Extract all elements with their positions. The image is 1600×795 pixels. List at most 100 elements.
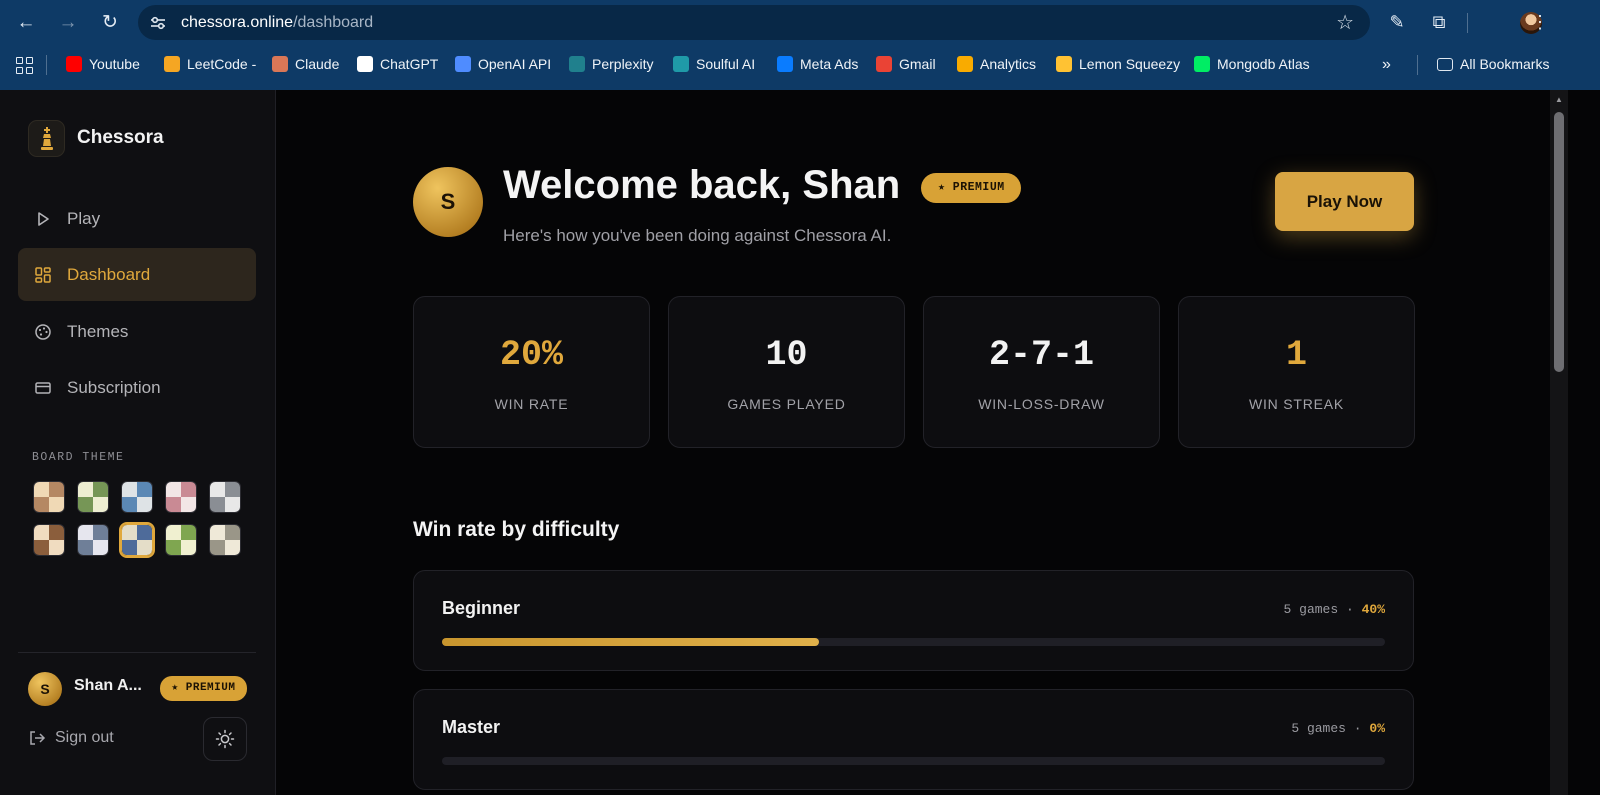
mongodb-icon	[1194, 56, 1210, 72]
play-icon	[38, 211, 49, 226]
lemon-icon	[1056, 56, 1072, 72]
bookmark-leetcode[interactable]: LeetCode -	[164, 56, 256, 72]
nav-label: Themes	[67, 321, 129, 341]
nav-item-play[interactable]: Play	[18, 192, 256, 245]
board-theme-swatch[interactable]	[209, 481, 241, 513]
bookmark-star-icon[interactable]: ☆	[1336, 10, 1354, 35]
chessora-logo[interactable]	[28, 120, 65, 157]
forward-icon[interactable]: →	[55, 10, 81, 36]
stat-card-games-played: 10 GAMES PLAYED	[668, 296, 905, 448]
openai-icon	[455, 56, 471, 72]
bookmark-soulful-ai[interactable]: Soulful AI	[673, 56, 755, 72]
bookmarks-overflow-icon[interactable]: »	[1382, 56, 1391, 74]
nav-item-dashboard[interactable]: Dashboard	[18, 248, 256, 301]
stat-card-win-loss-draw: 2-7-1 WIN-LOSS-DRAW	[923, 296, 1160, 448]
difficulty-name: Master	[442, 717, 501, 737]
more-menu-icon[interactable]: ⋮	[1528, 11, 1552, 33]
back-icon[interactable]: ←	[13, 10, 39, 36]
bookmark-mongodb-atlas[interactable]: Mongodb Atlas	[1194, 56, 1310, 72]
welcome-text: Welcome back, Shan	[503, 163, 901, 207]
progress-track	[442, 757, 1385, 765]
all-bookmarks[interactable]: All Bookmarks	[1437, 56, 1549, 72]
board-theme-swatch[interactable]	[33, 524, 65, 556]
progress-fill	[442, 638, 820, 646]
board-theme-swatch[interactable]	[77, 481, 109, 513]
progress-track	[442, 638, 1385, 646]
difficulty-rate: 0%	[1369, 721, 1385, 736]
stat-value: 1	[1285, 335, 1307, 375]
leetcode-icon	[164, 56, 180, 72]
board-theme-swatch[interactable]	[119, 522, 155, 558]
sign-out-label: Sign out	[55, 729, 114, 746]
meta-icon	[777, 56, 793, 72]
sidebar: Chessora Play Dashboard Themes Subscript…	[0, 90, 276, 795]
stat-label: WIN-LOSS-DRAW	[978, 396, 1105, 412]
bookmark-label: Perplexity	[592, 56, 654, 72]
board-theme-swatch[interactable]	[33, 481, 65, 513]
bookmark-label: Mongodb Atlas	[1217, 56, 1310, 72]
bookmark-label: Meta Ads	[800, 56, 859, 72]
nav-item-themes[interactable]: Themes	[18, 305, 256, 358]
bookmark-youtube[interactable]: Youtube	[66, 56, 140, 72]
page-scrollbar[interactable]: ▲	[1550, 90, 1568, 795]
play-now-button[interactable]: Play Now	[1275, 172, 1414, 231]
nav-label: Subscription	[67, 377, 161, 397]
king-piece-icon	[41, 127, 53, 150]
stat-label: GAMES PLAYED	[727, 396, 846, 412]
sign-out-link[interactable]: Sign out	[28, 729, 114, 747]
url-host: chessora.online	[181, 14, 294, 31]
board-theme-swatch[interactable]	[165, 524, 197, 556]
bookmarks-divider	[1417, 55, 1418, 75]
scroll-up-icon[interactable]: ▲	[1555, 95, 1563, 104]
gmail-icon	[876, 56, 892, 72]
difficulty-name: Beginner	[442, 598, 521, 618]
bookmark-claude[interactable]: Claude	[272, 56, 339, 72]
premium-badge: ★ PREMIUM	[921, 173, 1022, 203]
stat-value: 10	[765, 335, 808, 375]
claude-icon	[272, 56, 288, 72]
sun-icon	[215, 729, 235, 749]
stat-label: WIN RATE	[494, 396, 569, 412]
board-theme-swatch[interactable]	[209, 524, 241, 556]
welcome-subtitle: Here's how you've been doing against Che…	[503, 226, 892, 245]
scroll-thumb[interactable]	[1554, 112, 1564, 372]
stat-label: WIN STREAK	[1248, 396, 1345, 412]
board-theme-swatch[interactable]	[121, 481, 153, 513]
bookmark-analytics[interactable]: Analytics	[957, 56, 1036, 72]
difficulty-rate: 40%	[1361, 602, 1385, 617]
theme-toggle-button[interactable]	[203, 717, 247, 761]
board-theme-swatch[interactable]	[165, 481, 197, 513]
toolbar-divider	[1467, 13, 1468, 33]
youtube-icon	[66, 56, 82, 72]
games-count: 5 games	[1291, 721, 1346, 736]
browser-toolbar: ← → ↻ chessora.online/dashboard ☆ ✎ ⧉ ⋮	[0, 0, 1600, 45]
bookmark-openai-api[interactable]: OpenAI API	[455, 56, 551, 72]
nav-item-subscription[interactable]: Subscription	[18, 361, 256, 414]
board-theme-swatch[interactable]	[77, 524, 109, 556]
bookmark-gmail[interactable]: Gmail	[876, 56, 936, 72]
extensions-icon[interactable]: ⧉	[1427, 11, 1451, 33]
folder-icon	[1437, 57, 1453, 71]
site-settings-icon[interactable]	[148, 13, 168, 33]
brand-name: Chessora	[77, 127, 164, 148]
welcome-heading: Welcome back, Shan ★ PREMIUM	[503, 163, 1022, 211]
eyedropper-icon[interactable]: ✎	[1385, 11, 1409, 33]
sign-out-icon	[30, 731, 46, 745]
difficulty-meta: 5 games · 40%	[1284, 602, 1385, 617]
meta-separator: ·	[1353, 721, 1362, 736]
bookmark-chatgpt[interactable]: ChatGPT	[357, 56, 438, 72]
apps-grid-icon[interactable]	[16, 57, 34, 75]
bookmark-perplexity[interactable]: Perplexity	[569, 56, 653, 72]
section-title: Win rate by difficulty	[413, 518, 620, 541]
games-count: 5 games	[1283, 602, 1339, 617]
bookmark-label: Claude	[295, 56, 340, 72]
bookmark-lemon-squeezy[interactable]: Lemon Squeezy	[1056, 56, 1180, 72]
bookmarks-divider	[46, 55, 47, 75]
user-avatar[interactable]: S	[28, 672, 62, 706]
dashboard-icon	[35, 266, 51, 283]
reload-icon[interactable]: ↻	[97, 10, 123, 36]
address-bar[interactable]: chessora.online/dashboard ☆	[138, 5, 1370, 40]
meta-separator: ·	[1345, 602, 1354, 617]
difficulty-meta: 5 games · 0%	[1291, 721, 1385, 736]
bookmark-meta-ads[interactable]: Meta Ads	[777, 56, 858, 72]
